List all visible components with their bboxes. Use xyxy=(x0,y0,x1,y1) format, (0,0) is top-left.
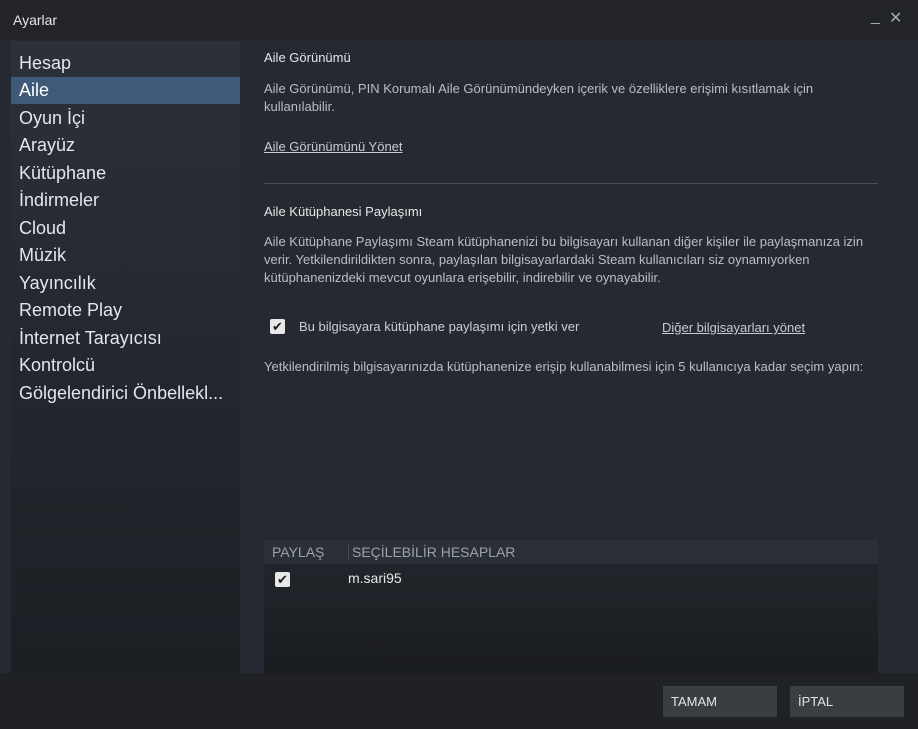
sidebar-item-oyun-ici[interactable]: Oyun İçi xyxy=(11,105,240,132)
sidebar-item-kutuphane[interactable]: Kütüphane xyxy=(11,160,240,187)
footer-bar xyxy=(0,673,918,729)
sidebar-item-internet-tarayicisi[interactable]: İnternet Tarayıcısı xyxy=(11,325,240,352)
library-sharing-heading: Aile Kütüphanesi Paylaşımı xyxy=(264,204,423,219)
settings-sidebar: Hesap Aile Oyun İçi Arayüz Kütüphane İnd… xyxy=(11,41,240,673)
family-view-description: Aile Görünümü, PIN Korumalı Aile Görünüm… xyxy=(264,81,814,114)
sidebar-item-aile[interactable]: Aile xyxy=(11,77,240,104)
sidebar-item-kontrolcu[interactable]: Kontrolcü xyxy=(11,352,240,379)
section-divider xyxy=(264,183,878,184)
column-share[interactable]: PAYLAŞ xyxy=(272,544,324,560)
column-separator xyxy=(348,545,349,559)
minimize-icon[interactable]: _ xyxy=(871,8,880,26)
accounts-table-header: PAYLAŞ SEÇİLEBİLİR HESAPLAR xyxy=(264,540,878,564)
sidebar-item-indirmeler[interactable]: İndirmeler xyxy=(11,187,240,214)
sidebar-item-arayuz[interactable]: Arayüz xyxy=(11,132,240,159)
library-sharing-description: Aile Kütüphane Paylaşımı Steam kütüphane… xyxy=(264,234,864,285)
window-title: Ayarlar xyxy=(13,12,58,28)
account-name: m.sari95 xyxy=(348,570,402,586)
title-bar: Ayarlar _ ✕ xyxy=(0,0,918,40)
sidebar-item-yayincilik[interactable]: Yayıncılık xyxy=(11,270,240,297)
family-view-heading: Aile Görünümü xyxy=(264,50,351,65)
sidebar-item-hesap[interactable]: Hesap xyxy=(11,50,240,77)
sidebar-item-golgelendirici[interactable]: Gölgelendirici Önbellekl... xyxy=(11,380,240,407)
authorize-sharing-checkbox[interactable]: ✔ xyxy=(270,319,285,334)
authorize-sharing-label: Bu bilgisayara kütüphane paylaşımı için … xyxy=(299,319,580,334)
sidebar-item-cloud[interactable]: Cloud xyxy=(11,215,240,242)
close-icon[interactable]: ✕ xyxy=(889,8,902,28)
share-account-checkbox[interactable]: ✔ xyxy=(275,572,290,587)
manage-family-view-link[interactable]: Aile Görünümünü Yönet xyxy=(264,139,403,154)
sidebar-item-remote-play[interactable]: Remote Play xyxy=(11,297,240,324)
cancel-button[interactable]: İPTAL xyxy=(790,686,904,717)
manage-other-computers-link[interactable]: Diğer bilgisayarları yönet xyxy=(662,320,805,335)
column-selectable-accounts[interactable]: SEÇİLEBİLİR HESAPLAR xyxy=(352,544,515,560)
sidebar-item-muzik[interactable]: Müzik xyxy=(11,242,240,269)
ok-button[interactable]: TAMAM xyxy=(663,686,777,717)
accounts-table: PAYLAŞ SEÇİLEBİLİR HESAPLAR ✔ m.sari95 xyxy=(264,540,878,673)
select-users-text: Yetkilendirilmiş bilgisayarınızda kütüph… xyxy=(264,359,864,374)
